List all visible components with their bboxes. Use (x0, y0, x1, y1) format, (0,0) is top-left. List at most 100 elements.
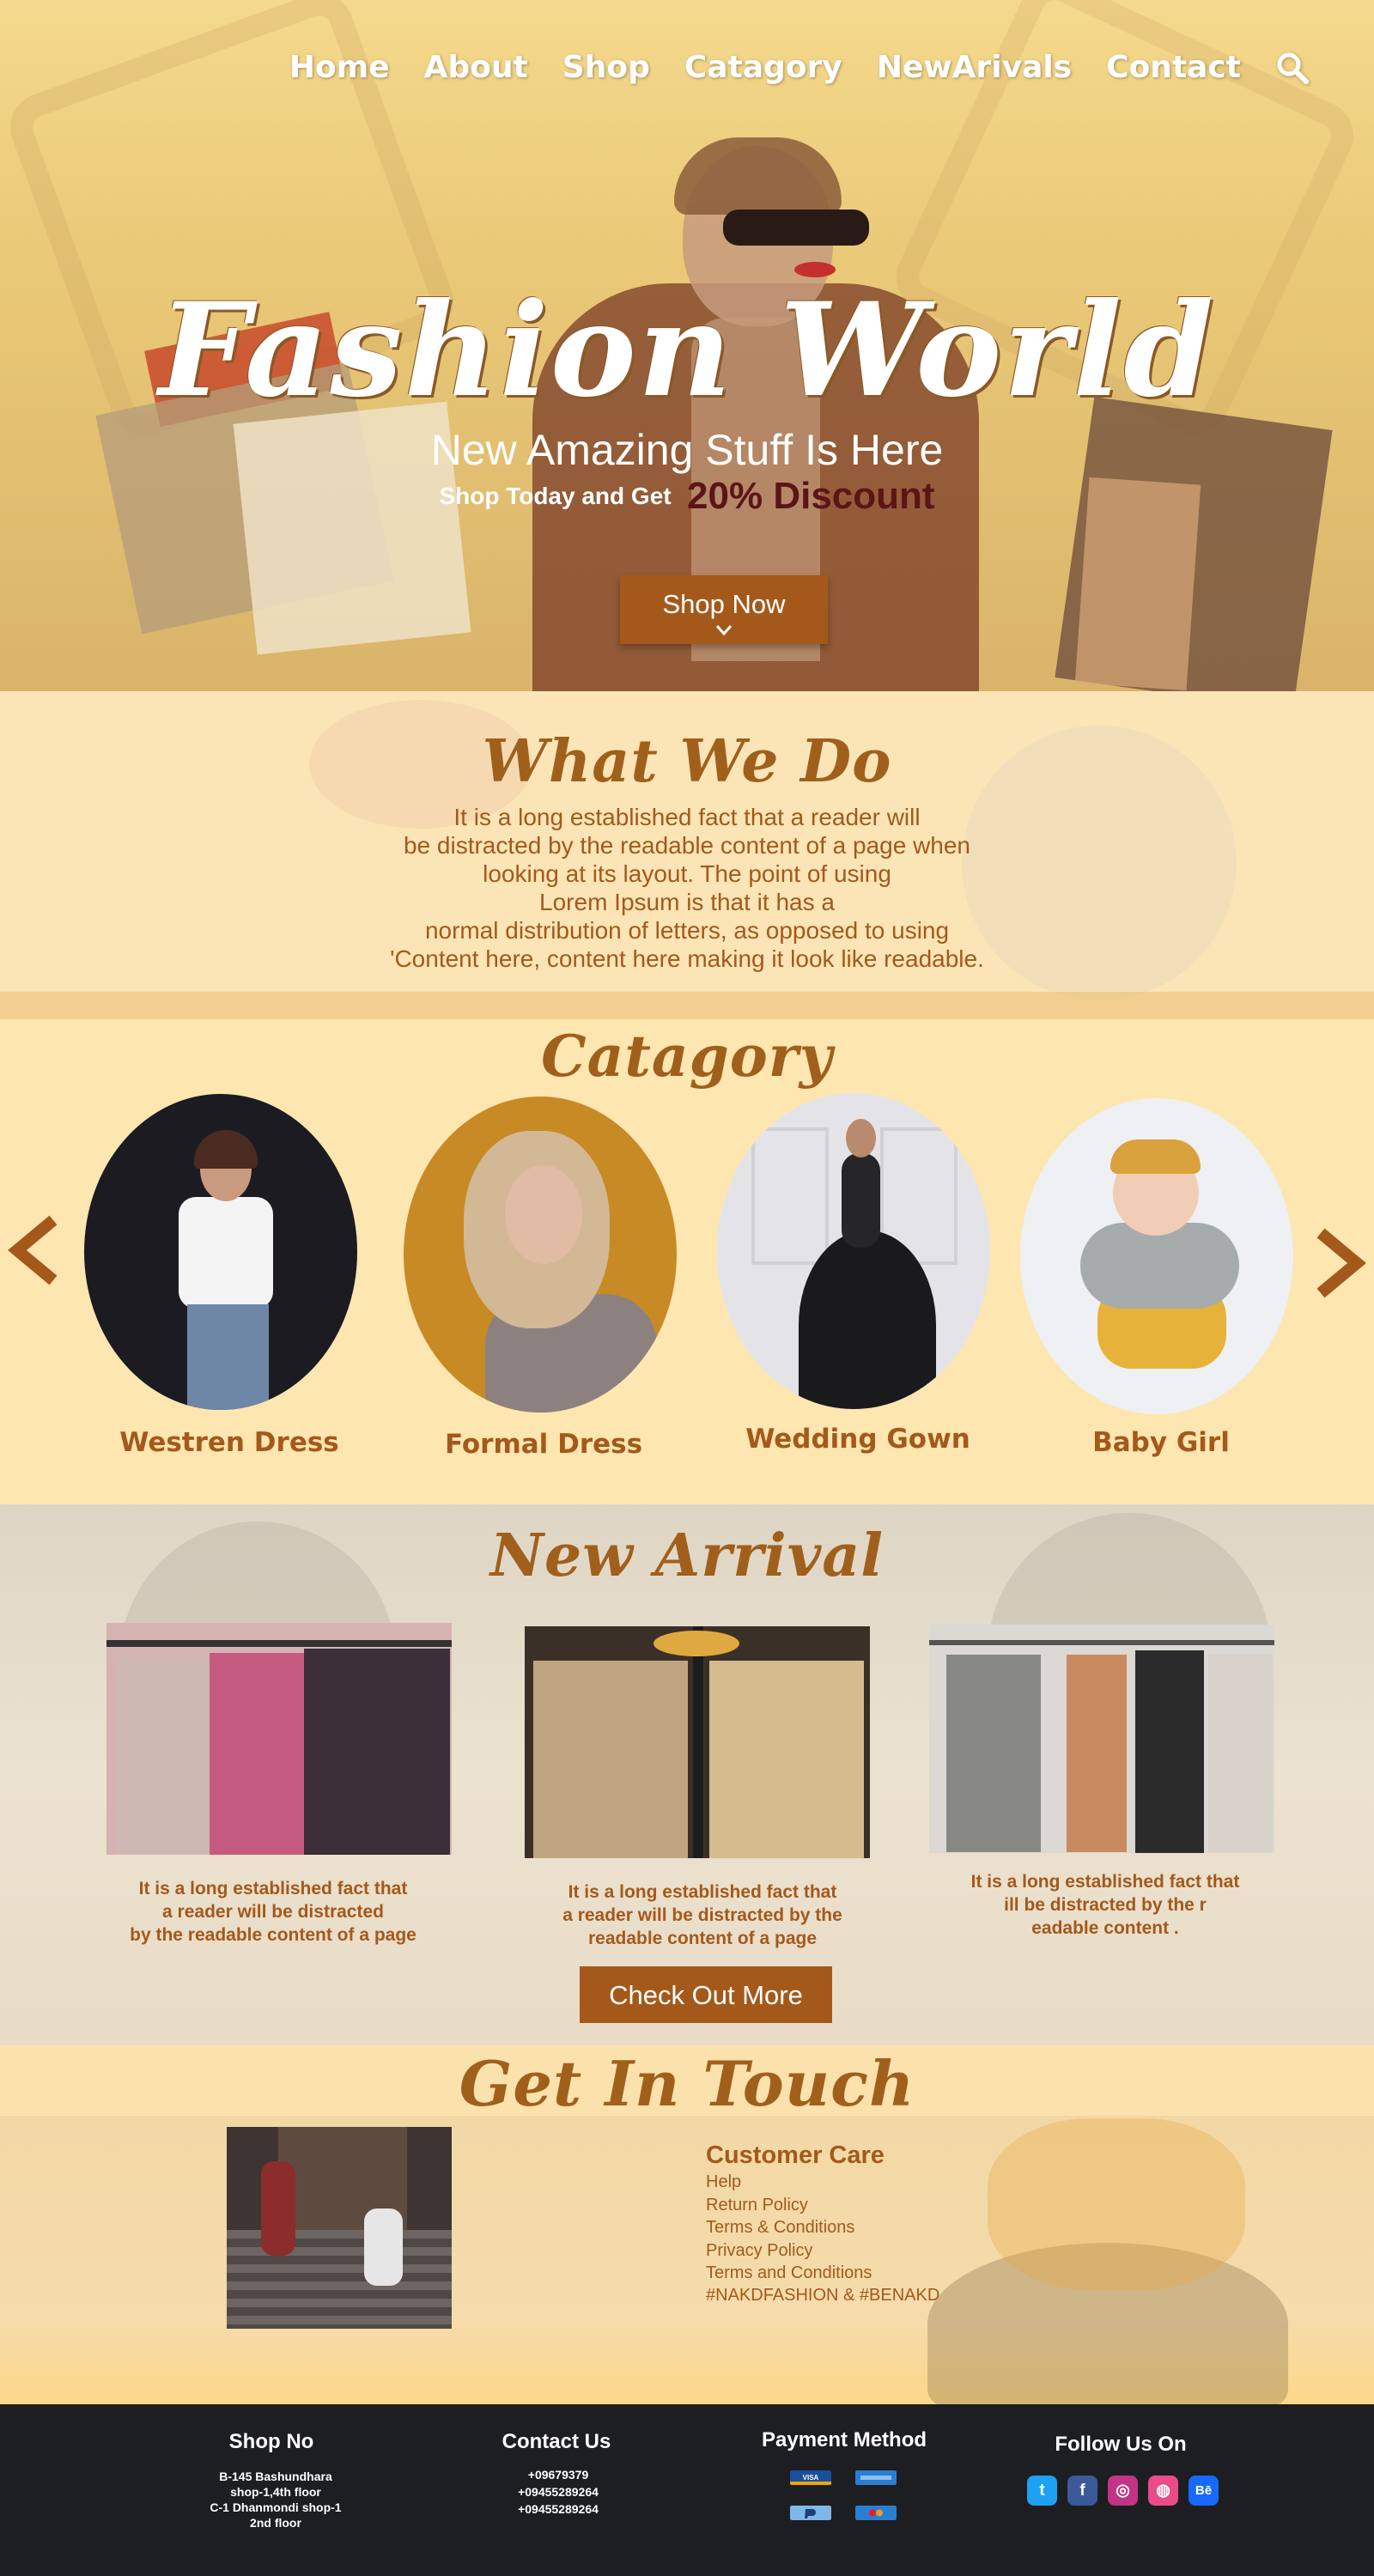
link-privacy-policy[interactable]: Privacy Policy (706, 2241, 812, 2261)
hero-section: Home About Shop Catagory NewArivals Cont… (0, 0, 1374, 691)
link-terms-and-conditions[interactable]: Terms and Conditions (706, 2263, 872, 2283)
category-image-baby-girl[interactable] (1020, 1098, 1293, 1414)
clothes-grey (946, 1655, 1041, 1852)
text-line: 'Content here, content here making it lo… (390, 945, 984, 972)
category-title: Catagory (541, 1023, 833, 1090)
facebook-icon[interactable]: f (1067, 2476, 1097, 2506)
new-arrival-title: New Arrival (489, 1522, 885, 1590)
background-stripe (0, 992, 1374, 1019)
figure-head (846, 1119, 876, 1157)
clothes-left (533, 1661, 688, 1858)
category-label-western-dress[interactable]: Westren Dress (93, 1427, 366, 1458)
clothes-black (1135, 1650, 1204, 1853)
caption-line: readable content of a page (587, 1929, 818, 1948)
chevron-right-icon[interactable] (1314, 1228, 1367, 1298)
shelf-divider (693, 1626, 703, 1858)
check-out-more-button[interactable]: Check Out More (580, 1966, 832, 2023)
hero-subtitle: New Amazing Stuff Is Here (430, 426, 944, 474)
contact-phone[interactable]: +09455289264 (447, 2501, 670, 2517)
behance-icon[interactable]: Bē (1189, 2476, 1219, 2506)
hero-title: Fashion World (158, 275, 1216, 426)
what-we-do-section: What We Do It is a long established fact… (0, 691, 1374, 1019)
text-line: Lorem Ipsum is that it has a (539, 889, 835, 915)
link-terms-conditions[interactable]: Terms & Conditions (706, 2218, 854, 2238)
clothes-cream (1208, 1655, 1273, 1852)
caption-line: It is a long established fact that (138, 1879, 408, 1899)
arrival-caption-2: It is a long established fact that a rea… (522, 1880, 883, 1950)
caption-line: It is a long established fact that (568, 1882, 837, 1902)
nav-about[interactable]: About (424, 50, 528, 85)
clothes-dark (304, 1649, 450, 1855)
text-line: normal distribution of letters, as oppos… (424, 917, 950, 944)
category-label-wedding-gown[interactable]: Wedding Gown (721, 1424, 994, 1455)
text-line: looking at its layout. The point of usin… (483, 860, 891, 887)
paypal-card-icon (790, 2506, 831, 2520)
hero-offer: Shop Today and Get 20% Discount (0, 475, 1374, 518)
figure-man (261, 2161, 295, 2256)
door-panel (751, 1127, 829, 1265)
nav-home[interactable]: Home (289, 50, 390, 85)
nav-contact[interactable]: Contact (1106, 50, 1241, 85)
shop-address-line: shop-1,4th floor (230, 2485, 321, 2499)
category-label-formal-dress[interactable]: Formal Dress (407, 1429, 680, 1460)
svg-text:VISA: VISA (803, 2474, 819, 2482)
figure-hair (194, 1130, 258, 1169)
chevron-down-icon (715, 625, 733, 636)
text-line: It is a long established fact that a rea… (453, 804, 921, 830)
new-arrival-section: New Arrival It is a long established fac… (0, 1504, 1374, 2045)
what-we-do-title: What We Do (482, 727, 892, 796)
clothes-rack (929, 1640, 1274, 1645)
arrival-caption-3: It is a long established fact that ill b… (925, 1870, 1286, 1940)
offer-discount: 20% Discount (687, 475, 935, 517)
clothes-orange (1067, 1655, 1127, 1852)
caption-line: It is a long established fact that (970, 1872, 1240, 1892)
american-express-card-icon (855, 2470, 897, 2485)
shop-no-title: Shop No (228, 2430, 314, 2453)
main-nav: Home About Shop Catagory NewArivals Cont… (289, 50, 1310, 85)
instagram-icon[interactable]: ◎ (1108, 2476, 1138, 2506)
nav-catagory[interactable]: Catagory (684, 50, 842, 85)
clothes-right (709, 1661, 864, 1858)
caption-line: a reader will be distracted by the (562, 1905, 842, 1925)
twitter-icon[interactable]: t (1027, 2476, 1057, 2506)
category-image-formal-dress[interactable] (404, 1097, 677, 1413)
arrival-image-3[interactable] (929, 1625, 1274, 1853)
get-in-touch-title: Get In Touch (459, 2047, 915, 2120)
contact-phone[interactable]: +09455289264 (447, 2484, 670, 2500)
caption-line: a reader will be distracted (162, 1902, 384, 1922)
category-label-baby-girl[interactable]: Baby Girl (1024, 1427, 1298, 1458)
arrival-image-2[interactable] (525, 1626, 870, 1858)
figure-headband (1110, 1139, 1201, 1174)
follow-us-title: Follow Us On (1055, 2433, 1187, 2456)
dribbble-icon[interactable]: ◍ (1148, 2476, 1178, 2506)
link-return-policy[interactable]: Return Policy (706, 2196, 808, 2215)
caption-line: eadable content . (1031, 1918, 1179, 1938)
customer-care-title: Customer Care (706, 2142, 885, 2169)
contact-photo (227, 2127, 452, 2329)
link-help[interactable]: Help (706, 2172, 741, 2192)
what-we-do-text: It is a long established fact that a rea… (344, 803, 1030, 973)
nav-shop[interactable]: Shop (562, 50, 650, 85)
link-hashtags[interactable]: #NAKDFASHION & #BENAKD (706, 2286, 939, 2306)
sunglasses (723, 210, 869, 246)
contact-phone[interactable]: +09679379 (447, 2467, 670, 2482)
shop-address-line: B-145 Bashundhara (219, 2470, 332, 2483)
figure-woman (364, 2208, 403, 2286)
caption-line: by the readable content of a page (130, 1925, 416, 1945)
shop-address-line: 2nd floor (250, 2516, 301, 2530)
shop-now-button[interactable]: Shop Now (620, 575, 828, 644)
clothes-pink (210, 1653, 304, 1855)
background-figure (988, 2118, 1245, 2290)
search-icon[interactable] (1275, 51, 1310, 85)
text-line: be distracted by the readable content of… (403, 832, 971, 859)
category-image-wedding-gown[interactable] (717, 1093, 990, 1409)
shop-now-label: Shop Now (662, 589, 786, 619)
arrival-image-1[interactable] (106, 1623, 452, 1855)
chevron-left-icon[interactable] (7, 1215, 60, 1285)
visa-card-icon: VISA (790, 2470, 831, 2485)
category-image-western-dress[interactable] (84, 1094, 357, 1410)
nav-new-arrivals[interactable]: NewArivals (877, 50, 1072, 85)
shop-address-line: C-1 Dhanmondi shop-1 (210, 2500, 342, 2514)
get-in-touch-section: Get In Touch Customer Care Help Return P… (0, 2045, 1374, 2404)
contact-us-title: Contact Us (502, 2430, 611, 2453)
